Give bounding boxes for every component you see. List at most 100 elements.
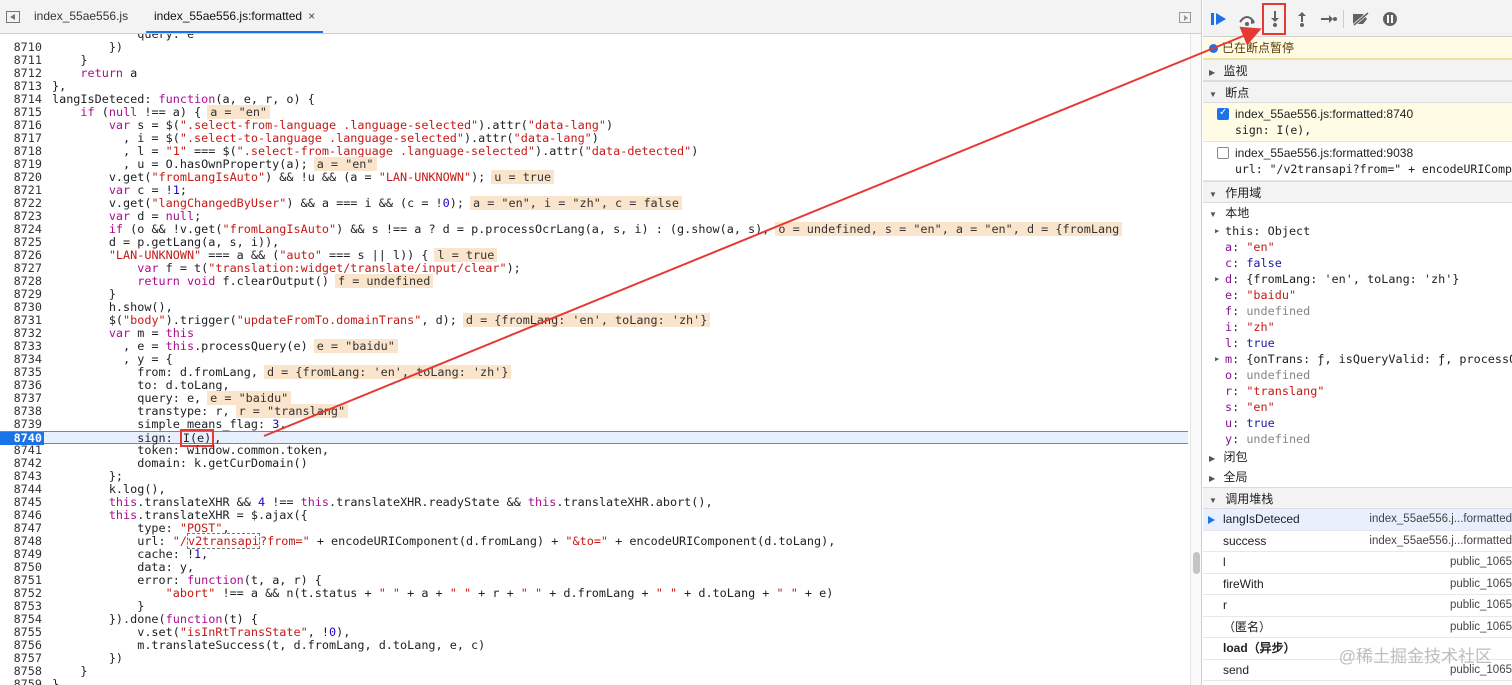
frame-function-name: r	[1223, 598, 1227, 612]
scope-var-r: r: "translang"	[1225, 384, 1325, 398]
callstack-frame[interactable]: （匿名） public_1065	[1203, 617, 1512, 638]
debugger-toolbar	[1203, 0, 1512, 37]
scope-closure-label: 闭包	[1223, 450, 1248, 464]
scope-section-header[interactable]: 作用域	[1203, 181, 1512, 203]
pause-on-exceptions-icon[interactable]	[1380, 9, 1400, 29]
frame-function-name: l	[1223, 555, 1226, 569]
code-line[interactable]: query: e	[0, 34, 1188, 41]
scope-var-i: i: "zh"	[1225, 320, 1275, 334]
callstack-frame[interactable]: r public_1065	[1203, 595, 1512, 617]
current-frame-arrow-icon	[1208, 516, 1215, 524]
breakpoint-code: sign: I(e),	[1235, 123, 1312, 137]
editor-scroll-thumb[interactable]	[1193, 552, 1200, 574]
code-line[interactable]: 8729 }	[0, 288, 1188, 301]
breakpoint-location: index_55ae556.js:formatted:8740	[1235, 107, 1414, 121]
scope-global-header[interactable]: 全局	[1203, 467, 1512, 487]
frame-location[interactable]: public_1065	[1450, 617, 1512, 638]
scope-var-d[interactable]: d: {fromLang: 'en', toLang: 'zh'}	[1203, 271, 1512, 287]
paused-text: 已在断点暂停	[1222, 41, 1295, 55]
step-out-icon[interactable]	[1292, 9, 1312, 29]
scope-var-l: l: true	[1225, 336, 1275, 350]
debugger-sidebar: 已在断点暂停 监视 断点 index_55ae556.js:formatted:…	[1203, 0, 1512, 685]
breakpoints-section-header[interactable]: 断点	[1203, 81, 1512, 103]
scope-var-this[interactable]: this: Object	[1203, 223, 1512, 239]
callstack-frame[interactable]: l public_1065	[1203, 552, 1512, 574]
scope-variable-list: this: Objecta: "en" c: falsed: {fromLang:…	[1203, 223, 1512, 447]
callstack-frame[interactable]: langIsDeteced index_55ae556.j...formatted	[1203, 509, 1512, 531]
breakpoint-checkbox[interactable]	[1217, 147, 1229, 159]
breakpoint-item[interactable]: index_55ae556.js:formatted:8740 sign: I(…	[1203, 103, 1512, 142]
code-line[interactable]: 8711 }	[0, 54, 1188, 67]
code-line[interactable]: 8758 }	[0, 665, 1188, 678]
scope-local-label: 本地	[1225, 206, 1250, 220]
line-number[interactable]: 8739	[0, 418, 42, 431]
code-line[interactable]: 8752 "abort" !== a && n(t.status + " " +…	[0, 587, 1188, 600]
close-tab-icon[interactable]: ×	[308, 9, 315, 23]
frame-function-name: fireWith	[1223, 576, 1264, 591]
callstack-frame[interactable]: success index_55ae556.j...formatted	[1203, 531, 1512, 552]
editor-tab-bar: index_55ae556.js index_55ae556.js:format…	[0, 0, 1201, 34]
callstack-frame[interactable]: fireWith public_1065	[1203, 574, 1512, 595]
code-line[interactable]: 8728 return void f.clearOutput() f = unde…	[0, 274, 1188, 288]
code-line[interactable]: 8733 , e = this.processQuery(e) e = "baid…	[0, 339, 1188, 353]
breakpoint-code: url: "/v2transapi?from=" + encodeURIComp…	[1235, 162, 1512, 176]
deactivate-breakpoints-icon[interactable]	[1351, 9, 1371, 29]
editor-scrollbar[interactable]	[1190, 34, 1201, 685]
code-line[interactable]: 8759},	[0, 678, 1188, 685]
step-icon[interactable]	[1319, 9, 1339, 29]
code-view[interactable]: query: e 8710 }) 8711 } 8712 return a 8713},…	[0, 34, 1190, 685]
scope-var-value: {fromLang: 'en', toLang: 'zh'}	[1246, 272, 1460, 286]
scope-var-u: u: true	[1225, 416, 1275, 430]
code-text: simple_means_flag: 3,	[52, 417, 287, 431]
scope-local-header[interactable]: 本地	[1203, 203, 1512, 223]
scope-var-s: s: "en"	[1225, 400, 1275, 414]
source-editor-pane: index_55ae556.js index_55ae556.js:format…	[0, 0, 1202, 685]
frame-function-name: langIsDeteced	[1223, 512, 1300, 526]
scope-var-value: undefined	[1246, 368, 1311, 382]
scope-var-value: false	[1246, 256, 1282, 270]
tab-index-js[interactable]: index_55ae556.js	[26, 0, 136, 33]
code-text: },	[52, 677, 67, 685]
scope-closure-header[interactable]: 闭包	[1203, 447, 1512, 467]
toggle-debugger-icon[interactable]	[1179, 12, 1191, 23]
code-line[interactable]: 8710 })	[0, 41, 1188, 54]
scope-var-y: y: undefined	[1225, 432, 1311, 446]
step-over-icon[interactable]	[1237, 9, 1257, 29]
frame-location[interactable]: index_55ae556.j...formatted	[1369, 509, 1512, 530]
breakpoint-item[interactable]: index_55ae556.js:formatted:9038 url: "/v…	[1203, 142, 1512, 181]
frame-location[interactable]: public_1065	[1450, 574, 1512, 595]
line-number[interactable]: 8759	[0, 678, 42, 685]
scope-var-m[interactable]: m: {onTrans: ƒ, isQueryValid: ƒ, process…	[1203, 351, 1512, 367]
callstack-section-label: 调用堆栈	[1225, 492, 1274, 506]
code-line[interactable]: 8757 })	[0, 652, 1188, 665]
code-line[interactable]: 8739 simple_means_flag: 3,	[0, 418, 1188, 431]
code-line[interactable]: 8712 return a	[0, 67, 1188, 80]
code-line[interactable]: 8742 domain: k.getCurDomain()	[0, 457, 1188, 470]
step-into-annotation-box	[1262, 3, 1286, 35]
scope-var-o: o: undefined	[1225, 368, 1311, 382]
scope-var-value: undefined	[1246, 432, 1311, 446]
scope-var-c: c: false	[1225, 256, 1282, 270]
code-line[interactable]: 8743 };	[0, 470, 1188, 483]
breakpoint-location: index_55ae556.js:formatted:9038	[1235, 146, 1414, 160]
code-text: "abort" !== a && n(t.status + " " + a + …	[165, 586, 834, 600]
resume-icon[interactable]	[1209, 9, 1229, 29]
callstack-section-header[interactable]: 调用堆栈	[1203, 487, 1512, 509]
tab-index-js-formatted[interactable]: index_55ae556.js:formatted ×	[146, 0, 324, 33]
scope-var-value: true	[1246, 336, 1275, 350]
toggle-navigator-icon[interactable]	[6, 11, 20, 23]
scope-var-value: undefined	[1246, 304, 1311, 318]
scope-var-e: e: "baidu"	[1225, 288, 1297, 302]
code-line[interactable]: 8756 m.translateSuccess(t, d.fromLang, d…	[0, 639, 1188, 652]
scope-var-value: "en"	[1246, 400, 1275, 414]
frame-location[interactable]: public_1065	[1450, 552, 1512, 573]
scope-var-f: f: undefined	[1225, 304, 1311, 318]
breakpoint-checkbox[interactable]	[1217, 107, 1229, 120]
watch-section-header[interactable]: 监视	[1203, 59, 1512, 81]
paused-banner: 已在断点暂停	[1203, 37, 1512, 59]
frame-location[interactable]: index_55ae556.j...formatted	[1369, 531, 1512, 552]
scope-var-value: "en"	[1246, 240, 1275, 254]
scope-var-value: {onTrans: ƒ, isQueryValid: ƒ, processQue…	[1246, 352, 1512, 366]
frame-location[interactable]: public_1065	[1450, 595, 1512, 616]
frame-function-name: load（异步）	[1223, 641, 1296, 655]
